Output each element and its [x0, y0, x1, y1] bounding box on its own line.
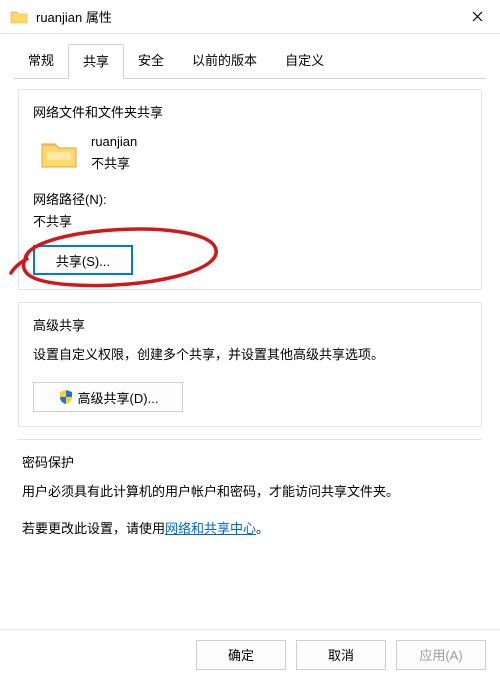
shared-folder-icon [39, 136, 79, 170]
share-button[interactable]: 共享(S)... [33, 245, 133, 275]
network-sharing-center-link[interactable]: 网络和共享中心 [165, 521, 256, 536]
network-path-label: 网络路径(N): [33, 189, 467, 211]
password-line1: 用户必须具有此计算机的用户帐户和密码，才能访问共享文件夹。 [22, 481, 478, 503]
apply-button-label: 应用(A) [419, 645, 462, 664]
tab-security[interactable]: 安全 [124, 44, 178, 79]
tab-strip: 常规 共享 安全 以前的版本 自定义 [0, 34, 500, 79]
apply-button[interactable]: 应用(A) [396, 640, 486, 670]
cancel-button[interactable]: 取消 [296, 640, 386, 670]
advanced-sharing-button-label: 高级共享(D)... [78, 388, 159, 407]
shield-icon [58, 389, 74, 405]
tab-custom[interactable]: 自定义 [271, 44, 338, 79]
group-password-protect: 密码保护 用户必须具有此计算机的用户帐户和密码，才能访问共享文件夹。 若要更改此… [18, 439, 482, 553]
dialog-button-bar: 确定 取消 应用(A) [0, 629, 500, 679]
tab-content: 网络文件和文件夹共享 ruanjian 不共享 网络路径(N): 不共享 共享(… [0, 79, 500, 554]
password-line2: 若要更改此设置，请使用网络和共享中心。 [22, 518, 478, 540]
window-title: ruanjian 属性 [36, 7, 454, 26]
close-button[interactable] [454, 0, 500, 34]
tab-sharing[interactable]: 共享 [68, 44, 124, 79]
group-advanced-sharing: 高级共享 设置自定义权限，创建多个共享，并设置其他高级共享选项。 高级共享(D)… [18, 302, 482, 427]
group-network-sharing: 网络文件和文件夹共享 ruanjian 不共享 网络路径(N): 不共享 共享(… [18, 89, 482, 290]
share-item-name: ruanjian [91, 131, 137, 153]
share-button-label: 共享(S)... [56, 251, 110, 270]
group-advanced-title: 高级共享 [33, 315, 467, 334]
advanced-desc: 设置自定义权限，创建多个共享，并设置其他高级共享选项。 [33, 344, 467, 366]
title-bar: ruanjian 属性 [0, 0, 500, 34]
close-icon [472, 11, 483, 22]
tab-general[interactable]: 常规 [14, 44, 68, 79]
ok-button[interactable]: 确定 [196, 640, 286, 670]
share-item-state: 不共享 [91, 153, 137, 175]
group-network-title: 网络文件和文件夹共享 [33, 102, 467, 121]
group-password-title: 密码保护 [22, 452, 478, 471]
network-path-value: 不共享 [33, 211, 467, 233]
password-line2-a: 若要更改此设置，请使用 [22, 521, 165, 536]
tab-previous-versions[interactable]: 以前的版本 [178, 44, 271, 79]
advanced-sharing-button[interactable]: 高级共享(D)... [33, 382, 183, 412]
ok-button-label: 确定 [228, 645, 254, 664]
folder-icon [10, 9, 28, 24]
password-line2-b: 。 [256, 521, 269, 536]
cancel-button-label: 取消 [328, 645, 354, 664]
